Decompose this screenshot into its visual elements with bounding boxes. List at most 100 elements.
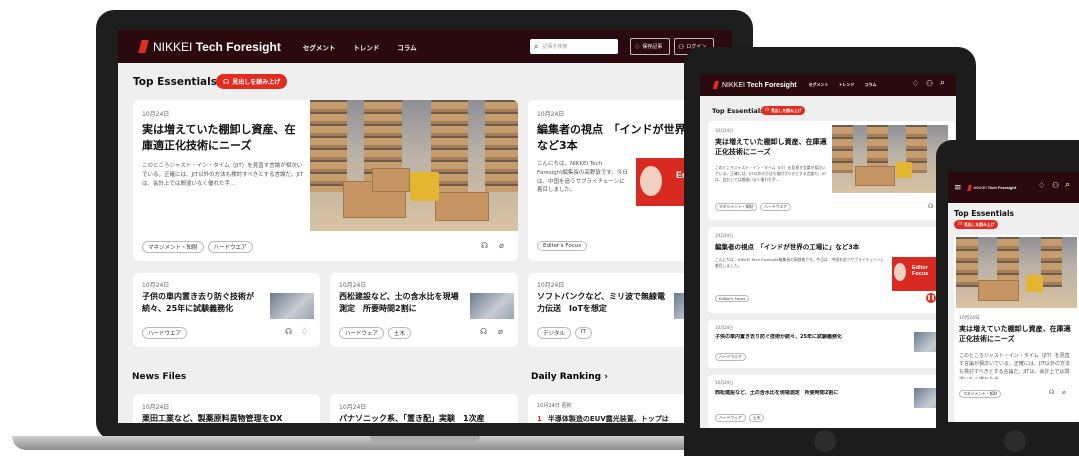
tag[interactable]: マネジメント・知財 [715,203,758,211]
article-card-main[interactable]: 10月24日 実は増えていた棚卸し資産、在庫適正化技術にニーズ このところジャス… [954,235,1079,422]
tag[interactable]: デジタル [537,327,571,339]
pause-icon[interactable]: ❚❚ [926,293,936,303]
tag[interactable]: ハードウェア [339,327,385,339]
top-essentials-heading: Top Essentials [712,107,764,115]
bookmark-icon[interactable]: ♢ [301,327,308,336]
listen-headlines-button[interactable]: ☊ 見出しを読み上げ [761,106,806,115]
bookmark-icon: ♢ [634,42,641,51]
article-card-small[interactable]: 10月24日 子供の車内置き去り防ぐ技術が続々、25年に試験義務化 ハードウエア… [133,273,320,347]
news-file-card[interactable]: 10月24日 パナソニック系、「置き配」実験 1次産 [330,394,518,423]
warehouse-image [310,100,518,231]
tag[interactable]: マネジメント・知財 [959,390,1002,398]
focus-image-text: Editor Focus [912,265,929,277]
warehouse-image [832,125,948,193]
nav-segment[interactable]: セグメント [809,82,829,88]
article-card-main[interactable]: 10月24日 実は増えていた棚卸し資産、在庫適正化技術にニーズ このところジャス… [708,121,955,220]
nav-trend[interactable]: トレンド [353,42,379,52]
ranking-number: 1 [537,415,542,423]
tablet-home-button [814,430,836,452]
article-card-main[interactable]: 10月24日 実は増えていた棚卸し資産、在庫適正化技術にニーズ このところジャス… [133,100,518,261]
saved-label: 保存記事 [642,44,663,50]
site-header: ≡ NIKKEI Tech Foresight ♢ ⚇ ⌕ [948,172,1079,203]
tag[interactable]: IT [574,327,592,339]
article-summary: こんにちは、NIKKEI Tech Foresight編集長の高野敦です。今日は… [715,257,885,269]
article-summary: このところジャスト・イン・タイム（JIT）を見直す言論が相次いでいる。正確には、… [959,353,1070,379]
tag[interactable]: 土木 [388,327,412,339]
nav-column[interactable]: コラム [397,42,416,52]
tag-list: マネジメント・知財 ハードウエア [142,241,253,253]
clip-icon[interactable]: ⌀ [499,241,504,250]
site-header: NIKKEI Tech Foresight セグメント トレンド コラム ⌕ 記… [118,30,732,63]
laptop-screen: NIKKEI Tech Foresight セグメント トレンド コラム ⌕ 記… [118,30,732,423]
article-card-small[interactable]: 10月24日 西松建設など、土の含水比を現場測定 所要時間2割に ハードウェア … [330,273,518,347]
top-essentials-heading: Top Essentials [954,209,1014,218]
article-card-editors-focus[interactable]: 10月24日 編集者の視点 「インドが世界の工場に」など3本 こんにちは、NIK… [708,227,955,313]
search-input[interactable]: ⌕ 記事を検索 [530,39,618,54]
saved-button[interactable]: ♢ 保存記事 [630,38,670,55]
tag[interactable]: ハードウェア [715,414,746,422]
headphones-icon[interactable]: ☊ [1049,389,1054,396]
search-icon[interactable]: ⌕ [1065,180,1070,190]
article-date: 10月24日 [142,282,170,289]
bookmark-icon[interactable]: ♢ [912,79,919,88]
tag[interactable]: Editor's Focus [537,241,588,251]
article-date: 10月24日 [537,282,565,289]
tag[interactable]: Editor's Focus [715,295,750,302]
article-title: ソフトバンクなど、ミリ波で無線電力伝送 IoTを想定 [537,292,665,313]
tag[interactable]: ハードウエア [760,203,791,211]
tag[interactable]: ハードウエア [142,327,188,339]
user-icon: ⚇ [678,42,685,51]
article-thumbnail [470,293,514,319]
phone-screen: ≡ NIKKEI Tech Foresight ♢ ⚇ ⌕ Top Essent… [948,172,1079,422]
article-title: 西松建設など、土の含水比を現場測定 所要時間2割に [715,390,839,396]
headphones-icon: ☊ [765,108,769,113]
user-icon[interactable]: ⚇ [926,79,933,88]
site-logo[interactable]: NIKKEI Tech Foresight [153,40,281,54]
nav-column[interactable]: コラム [865,82,877,88]
tag[interactable]: 土木 [748,414,765,422]
tag[interactable]: ハードウエア [715,353,746,361]
menu-icon[interactable]: ≡ [954,183,962,193]
ranking-title: 半導体製造のEUV露光装置、トップは [547,415,669,423]
site-header: NIKKEI Tech Foresight セグメント トレンド コラム ♢ ⚇… [700,74,956,96]
listen-headlines-button[interactable]: ☊ 見出しを読み上げ [954,220,999,229]
article-title: 西松建設など、土の含水比を現場測定 所要時間2割に [339,292,459,313]
article-summary: このところジャスト・イン・タイム（JIT）を見直す言論が相次いでいる。正確には、… [142,163,303,187]
nav-segment[interactable]: セグメント [303,42,336,52]
top-essentials-heading: Top Essentials [133,76,217,88]
news-file-card[interactable]: 10月24日 栗田工業など、製薬原料異物管理をDX [133,394,320,423]
ranking-item[interactable]: 1 半導体製造のEUV露光装置、トップは [537,414,669,423]
bookmark-icon[interactable]: ♢ [1038,181,1045,190]
user-icon[interactable]: ⚇ [1052,181,1059,190]
tablet-screen: NIKKEI Tech Foresight セグメント トレンド コラム ♢ ⚇… [700,74,956,428]
article-date: 10月24日 [715,128,734,133]
tag[interactable]: マネジメント・知財 [142,241,204,253]
clip-icon[interactable]: ⌀ [498,327,503,336]
tag[interactable]: ハードウエア [207,241,253,253]
article-thumbnail [270,293,314,319]
article-title: 栗田工業など、製薬原料異物管理をDX [142,414,283,423]
clip-icon[interactable]: ⌀ [1062,389,1066,396]
article-title: パナソニック系、「置き配」実験 1次産 [339,414,485,423]
nikkei-logo-mark [966,184,972,191]
article-date: 10月24日 [715,380,734,385]
article-title: 実は増えていた棚卸し資産、在庫適正化技術にニーズ [715,138,827,157]
nav-trend[interactable]: トレンド [839,82,855,88]
headphones-icon[interactable]: ☊ [285,327,292,336]
headphones-icon[interactable]: ☊ [481,241,488,250]
headphones-icon[interactable]: ☊ [480,327,487,336]
article-card-small[interactable]: 10月24日 西松建設など、土の含水比を現場測定 所要時間2割に ハードウェア … [708,375,955,428]
site-logo[interactable]: NIKKEI Tech Foresight [722,82,797,89]
search-placeholder: 記事を検索 [542,44,568,50]
article-date: 10月24日 [537,111,565,118]
daily-ranking-link[interactable]: Daily Ranking › [531,372,608,382]
tag-list: デジタル IT [537,327,592,339]
listen-headlines-button[interactable]: ☊ 見出しを読み上げ [216,74,288,89]
search-icon[interactable]: ⌕ [940,78,945,88]
tag-list: ハードウェア 土木 [339,327,412,339]
headphones-icon[interactable]: ☊ [928,203,933,210]
article-title: 子供の車内置き去り防ぐ技術が続々、25年に試験義務化 [715,334,842,340]
site-logo[interactable]: NIKKEI Tech Foresight [974,185,1017,190]
article-card-small[interactable]: 10月24日 子供の車内置き去り防ぐ技術が続々、25年に試験義務化 ハードウエア [708,320,955,368]
headphones-icon: ☊ [223,77,230,86]
